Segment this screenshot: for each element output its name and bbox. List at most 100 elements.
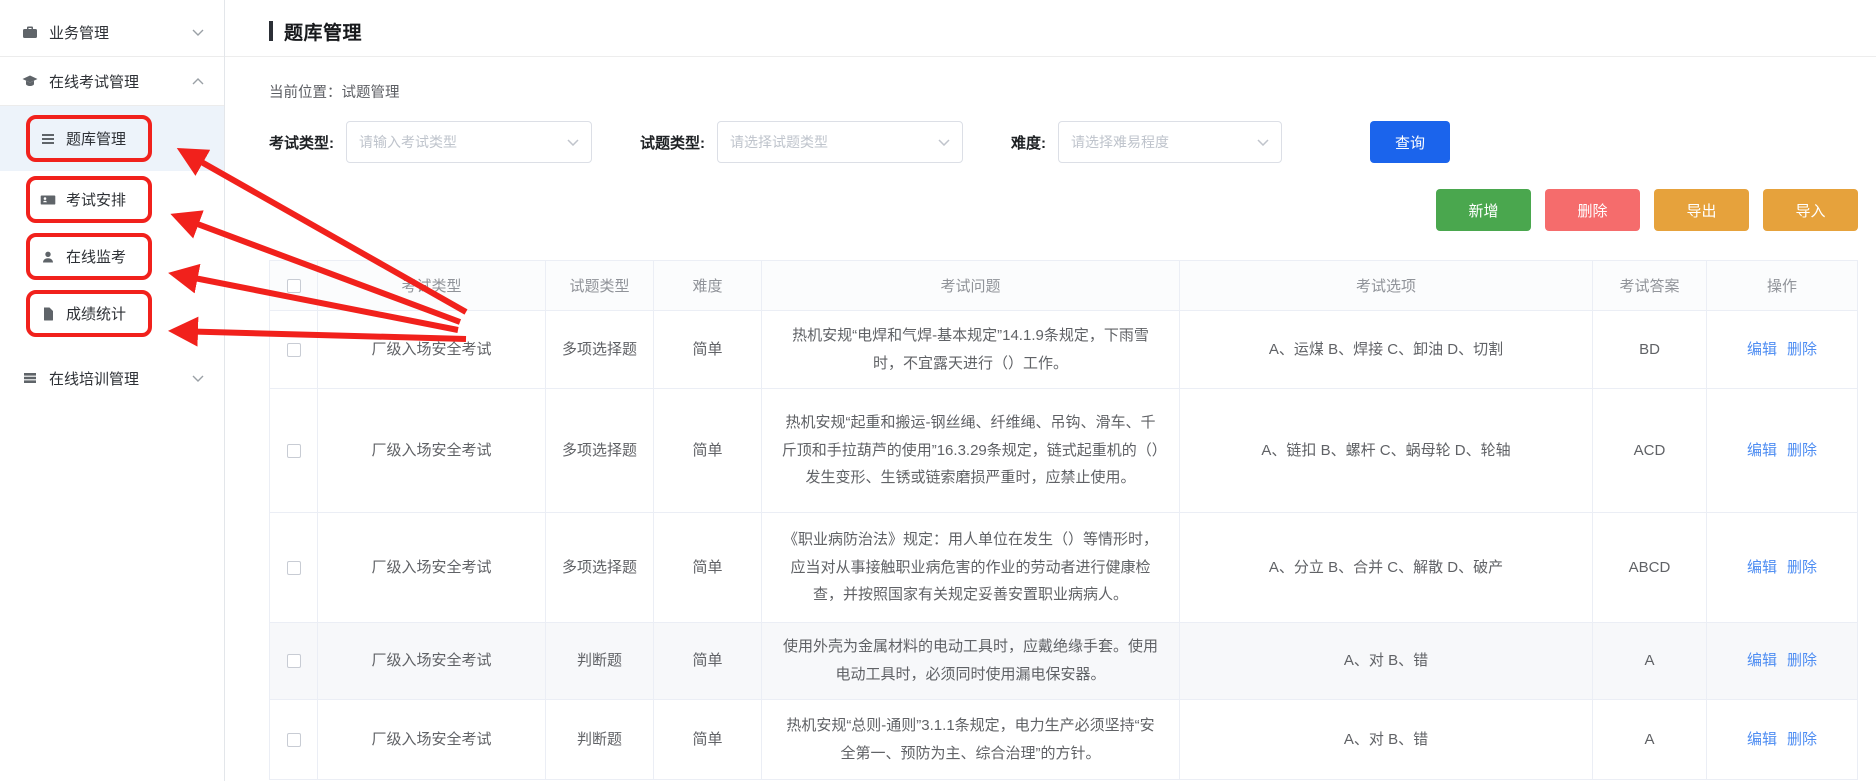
cell-exam-type: 厂级入场安全考试 — [318, 513, 546, 623]
table-row: 厂级入场安全考试 判断题 简单 使用外壳为金属材料的电动工具时，应戴绝缘手套。使… — [270, 623, 1858, 700]
question-type-filter-label: 试题类型: — [640, 132, 705, 153]
cell-exam-type: 厂级入场安全考试 — [318, 311, 546, 389]
difficulty-filter-label: 难度: — [1011, 132, 1046, 153]
delete-link[interactable]: 删除 — [1787, 731, 1817, 748]
annotation-red-box: 题库管理 — [26, 115, 152, 162]
cell-options: A、分立 B、合并 C、解散 D、破产 — [1180, 513, 1593, 623]
sidebar-item-label: 题库管理 — [66, 128, 126, 149]
delete-link[interactable]: 删除 — [1787, 652, 1817, 669]
cell-difficulty: 简单 — [654, 700, 762, 780]
edit-link[interactable]: 编辑 — [1747, 731, 1777, 748]
exam-type-select[interactable]: 请输入考试类型 — [346, 121, 592, 163]
row-checkbox[interactable] — [287, 561, 301, 575]
id-card-icon — [40, 192, 56, 208]
sidebar-item-label: 考试安排 — [66, 189, 126, 210]
select-all-checkbox[interactable] — [287, 279, 301, 293]
sidebar-item-online-proctoring[interactable]: 在线监考 — [0, 228, 224, 285]
edit-link[interactable]: 编辑 — [1747, 559, 1777, 576]
question-type-filter: 试题类型: 请选择试题类型 — [640, 121, 963, 163]
question-type-select[interactable]: 请选择试题类型 — [717, 121, 963, 163]
sidebar-item-label: 在线培训管理 — [49, 368, 139, 389]
annotation-red-box: 在线监考 — [26, 233, 152, 280]
main-content: 题库管理 当前位置：试题管理 考试类型: 请输入考试类型 试题类型: 请选择试题… — [225, 0, 1876, 781]
chevron-down-icon — [938, 139, 950, 146]
delete-link[interactable]: 删除 — [1787, 341, 1817, 358]
header-actions: 操作 — [1707, 261, 1858, 311]
sidebar-item-label: 成绩统计 — [66, 303, 126, 324]
table-row: 厂级入场安全考试 判断题 简单 热机安规“总则-通则”3.1.1条规定，电力生产… — [270, 700, 1858, 780]
table-row: 厂级入场安全考试 多项选择题 简单 热机安规“起重和搬运-钢丝绳、纤维绳、吊钩、… — [270, 389, 1858, 513]
exam-type-filter: 考试类型: 请输入考试类型 — [269, 121, 592, 163]
exam-type-filter-label: 考试类型: — [269, 132, 334, 153]
chevron-down-icon — [1257, 139, 1269, 146]
sidebar: 业务管理 在线考试管理 题库管理 — [0, 0, 225, 781]
sidebar-item-online-training-management[interactable]: 在线培训管理 — [0, 354, 224, 402]
sidebar-item-label: 业务管理 — [49, 22, 109, 43]
row-checkbox[interactable] — [287, 444, 301, 458]
sidebar-item-score-statistics[interactable]: 成绩统计 — [0, 285, 224, 342]
edit-link[interactable]: 编辑 — [1747, 652, 1777, 669]
cell-difficulty: 简单 — [654, 311, 762, 389]
cell-answer: A — [1593, 700, 1707, 780]
chevron-up-icon[interactable] — [192, 78, 204, 85]
row-checkbox[interactable] — [287, 343, 301, 357]
difficulty-filter: 难度: 请选择难易程度 — [1011, 121, 1282, 163]
cell-question-type: 多项选择题 — [546, 389, 654, 513]
edit-link[interactable]: 编辑 — [1747, 442, 1777, 459]
export-button[interactable]: 导出 — [1654, 189, 1749, 231]
delete-link[interactable]: 删除 — [1787, 559, 1817, 576]
sidebar-item-question-bank-management[interactable]: 题库管理 — [0, 106, 224, 171]
cell-question: 《职业病防治法》规定：用人单位在发生（）等情形时，应当对从事接触职业病危害的作业… — [762, 513, 1180, 623]
stack-icon — [22, 370, 38, 386]
import-button[interactable]: 导入 — [1763, 189, 1858, 231]
table-row: 厂级入场安全考试 多项选择题 简单 热机安规“电焊和气焊-基本规定”14.1.9… — [270, 311, 1858, 389]
chevron-down-icon[interactable] — [192, 375, 204, 382]
user-icon — [40, 249, 56, 265]
briefcase-icon — [22, 24, 38, 40]
select-placeholder: 请选择难易程度 — [1071, 132, 1169, 152]
header-exam-type: 考试类型 — [318, 261, 546, 311]
cell-question-type: 判断题 — [546, 623, 654, 700]
add-button[interactable]: 新增 — [1436, 189, 1531, 231]
filter-bar: 考试类型: 请输入考试类型 试题类型: 请选择试题类型 难度 — [269, 121, 1858, 163]
table-header-row: 考试类型 试题类型 难度 考试问题 考试选项 考试答案 操作 — [270, 261, 1858, 311]
select-placeholder: 请输入考试类型 — [359, 132, 457, 152]
graduation-cap-icon — [22, 73, 38, 89]
cell-answer: BD — [1593, 311, 1707, 389]
page-title: 题库管理 — [284, 18, 362, 45]
cell-answer: A — [1593, 623, 1707, 700]
select-placeholder: 请选择试题类型 — [730, 132, 828, 152]
row-checkbox[interactable] — [287, 733, 301, 747]
sidebar-item-exam-schedule[interactable]: 考试安排 — [0, 171, 224, 228]
search-button[interactable]: 查询 — [1370, 121, 1450, 163]
cell-options: A、运煤 B、焊接 C、卸油 D、切割 — [1180, 311, 1593, 389]
chevron-down-icon[interactable] — [192, 29, 204, 36]
cell-difficulty: 简单 — [654, 513, 762, 623]
file-icon — [40, 306, 56, 322]
cell-difficulty: 简单 — [654, 623, 762, 700]
sidebar-item-label: 在线监考 — [66, 246, 126, 267]
header-question-type: 试题类型 — [546, 261, 654, 311]
annotation-red-box: 成绩统计 — [26, 290, 152, 337]
table-row: 厂级入场安全考试 多项选择题 简单 《职业病防治法》规定：用人单位在发生（）等情… — [270, 513, 1858, 623]
header-difficulty: 难度 — [654, 261, 762, 311]
cell-answer: ABCD — [1593, 513, 1707, 623]
edit-link[interactable]: 编辑 — [1747, 341, 1777, 358]
page-header: 题库管理 — [269, 0, 1858, 46]
row-checkbox[interactable] — [287, 654, 301, 668]
sidebar-item-online-exam-management[interactable]: 在线考试管理 — [0, 57, 224, 105]
delete-button[interactable]: 删除 — [1545, 189, 1640, 231]
sidebar-item-business-management[interactable]: 业务管理 — [0, 8, 224, 56]
chevron-down-icon — [567, 139, 579, 146]
cell-question: 热机安规“总则-通则”3.1.1条规定，电力生产必须坚持“安全第一、预防为主、综… — [762, 700, 1180, 780]
cell-question: 热机安规“电焊和气焊-基本规定”14.1.9条规定，下雨雪时，不宜露天进行（）工… — [762, 311, 1180, 389]
header-answer: 考试答案 — [1593, 261, 1707, 311]
action-bar: 新增 删除 导出 导入 — [269, 189, 1858, 231]
difficulty-select[interactable]: 请选择难易程度 — [1058, 121, 1282, 163]
cell-exam-type: 厂级入场安全考试 — [318, 623, 546, 700]
cell-question-type: 多项选择题 — [546, 513, 654, 623]
cell-options: A、对 B、错 — [1180, 623, 1593, 700]
delete-link[interactable]: 删除 — [1787, 442, 1817, 459]
question-table: 考试类型 试题类型 难度 考试问题 考试选项 考试答案 操作 厂级入场安全考试 … — [269, 260, 1858, 780]
cell-answer: ACD — [1593, 389, 1707, 513]
